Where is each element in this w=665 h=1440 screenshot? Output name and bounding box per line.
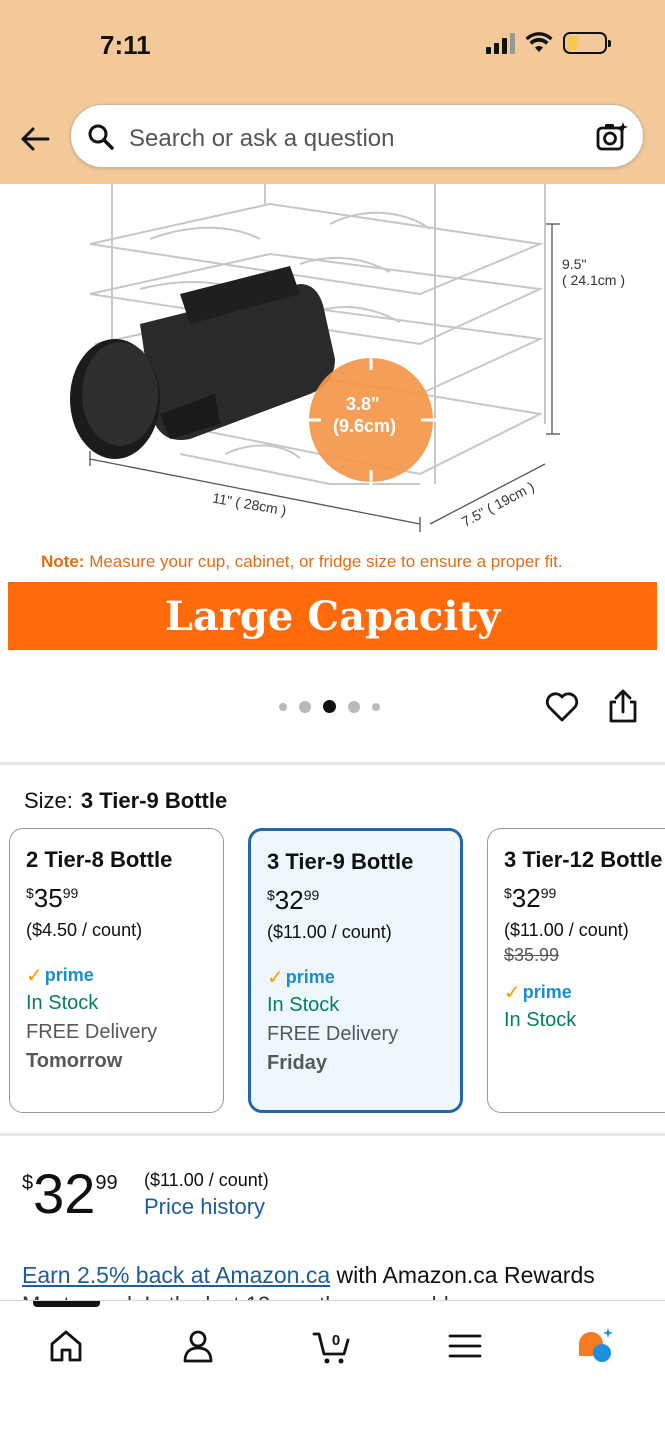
- cup-diameter: 3.8": [346, 394, 380, 414]
- fit-note: Note: Measure your cup, cabinet, or frid…: [41, 552, 563, 572]
- note-text: Measure your cup, cabinet, or fridge siz…: [89, 552, 563, 571]
- carousel-dot[interactable]: [348, 700, 360, 713]
- size-option-2-tier-8-bottle[interactable]: 2 Tier-8 Bottle $3599 ($4.50 / count) ✓ p…: [9, 828, 224, 1113]
- carousel-dot[interactable]: [372, 702, 380, 711]
- stock-status: In Stock: [504, 1009, 577, 1031]
- price-per-count: ($11.00 / count): [144, 1170, 269, 1190]
- note-label: Note:: [41, 552, 85, 571]
- cart-icon[interactable]: 0: [312, 1326, 352, 1366]
- size-label-text: Size:: [24, 788, 73, 813]
- menu-icon[interactable]: [445, 1326, 485, 1366]
- price-history-link[interactable]: Price history: [144, 1194, 265, 1220]
- section-divider: [0, 762, 665, 765]
- delivery-text: FREE Delivery: [26, 1021, 158, 1043]
- size-option-list-price: $35.99: [504, 945, 560, 965]
- size-option-unit-price: ($4.50 / count): [26, 920, 143, 940]
- delivery-text: FREE Delivery: [267, 1023, 399, 1045]
- size-option-price: $3599: [26, 883, 79, 913]
- home-icon[interactable]: [46, 1326, 86, 1366]
- cup-diameter-metric: (9.6cm): [333, 416, 397, 436]
- rewards-text: with Amazon.ca Rewards: [330, 1262, 595, 1288]
- size-option-unit-price: ($11.00 / count): [267, 922, 392, 942]
- account-icon[interactable]: [178, 1326, 218, 1366]
- main-price: $ 32 99: [22, 1166, 118, 1222]
- size-option-3-tier-9-bottle[interactable]: 3 Tier-9 Bottle $3299 ($11.00 / count) ✓…: [248, 828, 463, 1113]
- size-option-title: 3 Tier-12 Bottle: [504, 847, 663, 872]
- heart-icon[interactable]: [545, 690, 579, 724]
- height-dimension: 9.5": [562, 256, 587, 272]
- size-option-title: 3 Tier-9 Bottle: [267, 849, 414, 874]
- share-icon[interactable]: [606, 688, 640, 724]
- status-icons: [486, 32, 611, 54]
- capacity-banner: Large Capacity: [8, 582, 657, 650]
- prime-badge: ✓ prime: [26, 965, 94, 987]
- prime-badge: ✓ prime: [267, 967, 335, 989]
- bottle-illustration: [70, 266, 335, 459]
- size-option-price: $3299: [267, 885, 320, 915]
- rufus-icon[interactable]: [575, 1326, 615, 1366]
- size-label: Size: 3 Tier-9 Bottle: [24, 788, 227, 814]
- image-carousel-dots[interactable]: [279, 700, 380, 713]
- search-header: Search or ask a question: [0, 92, 665, 184]
- carousel-dot[interactable]: [299, 700, 311, 713]
- rewards-link[interactable]: Earn 2.5% back at Amazon.ca: [22, 1262, 330, 1288]
- stock-status: In Stock: [26, 992, 99, 1014]
- size-option-price: $3299: [504, 883, 557, 913]
- search-icon: [88, 124, 114, 150]
- battery-icon: [563, 32, 611, 54]
- height-dimension-metric: ( 24.1cm ): [562, 272, 626, 288]
- section-divider: [0, 1133, 665, 1136]
- prime-check-icon: ✓: [267, 967, 284, 989]
- price-fraction: 99: [95, 1172, 118, 1194]
- wifi-icon: [525, 32, 553, 52]
- carousel-dot-active[interactable]: [323, 700, 336, 713]
- status-time: 7:11: [100, 30, 151, 60]
- stock-status: In Stock: [267, 994, 340, 1016]
- status-bar: 7:11: [0, 0, 665, 92]
- rewards-offer: Earn 2.5% back at Amazon.ca with Amazon.…: [22, 1262, 595, 1289]
- prime-check-icon: ✓: [504, 982, 521, 1004]
- cart-count: 0: [332, 1332, 340, 1349]
- carousel-dot[interactable]: [279, 702, 287, 711]
- delivery-day: Tomorrow: [26, 1050, 123, 1072]
- search-placeholder: Search or ask a question: [129, 125, 395, 152]
- nav-active-indicator: [33, 1301, 100, 1307]
- prime-check-icon: ✓: [26, 965, 43, 987]
- camera-search-icon[interactable]: [595, 120, 629, 154]
- price-currency: $: [22, 1172, 34, 1194]
- size-option-title: 2 Tier-8 Bottle: [26, 847, 173, 872]
- prime-badge: ✓ prime: [504, 982, 572, 1004]
- bottom-nav: [0, 1300, 665, 1440]
- price-whole: 32: [33, 1162, 96, 1225]
- size-option-unit-price: ($11.00 / count): [504, 920, 629, 940]
- selected-size: 3 Tier-9 Bottle: [80, 788, 228, 813]
- cellular-signal-icon: [486, 32, 515, 54]
- back-arrow-icon[interactable]: [18, 122, 52, 156]
- delivery-day: Friday: [267, 1052, 328, 1074]
- size-option-3-tier-12-bottle[interactable]: 3 Tier-12 Bottle $3299 ($11.00 / count) …: [487, 828, 665, 1113]
- search-input[interactable]: Search or ask a question: [70, 104, 644, 168]
